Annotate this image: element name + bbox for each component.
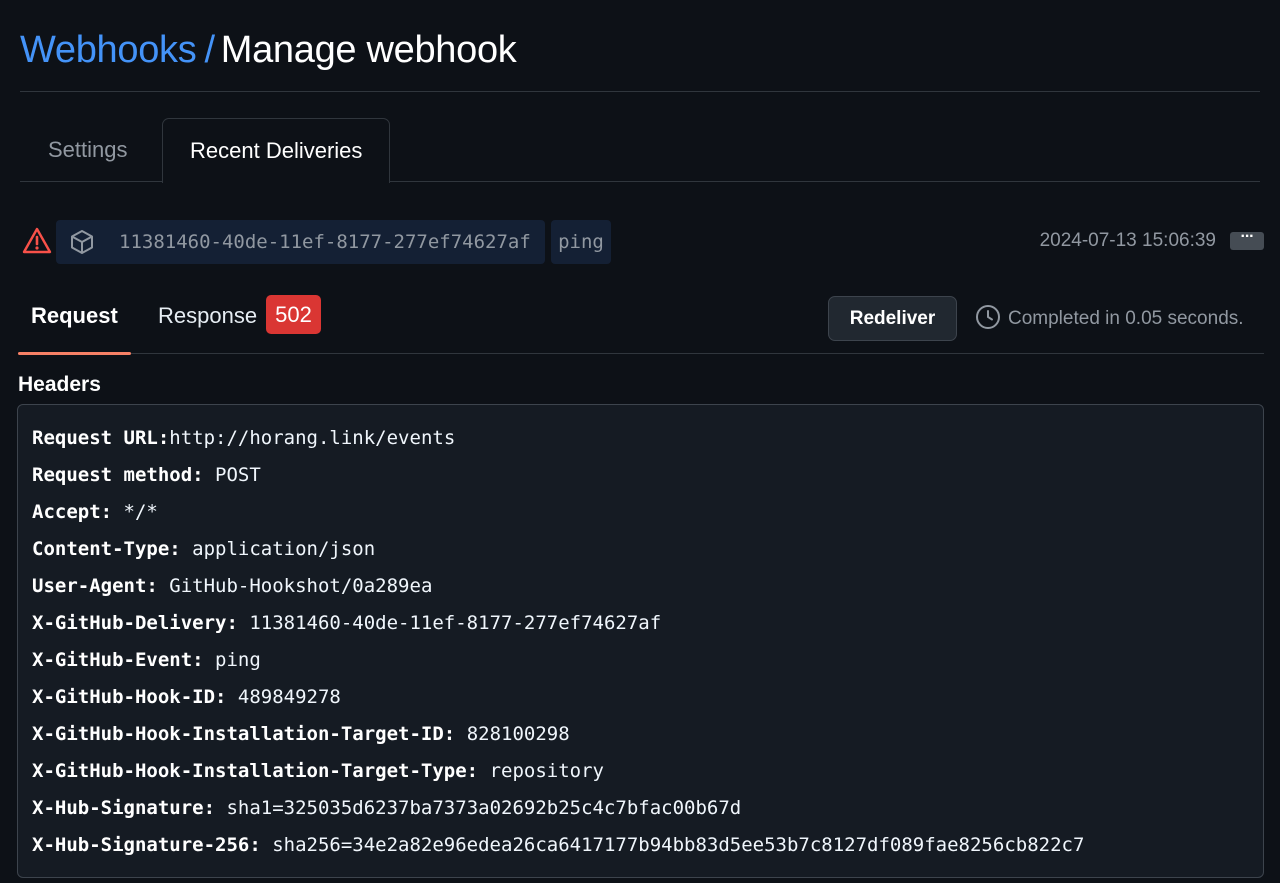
header-value: */* xyxy=(112,501,158,523)
alert-icon xyxy=(22,227,52,254)
header-row: User-Agent: GitHub-Hookshot/0a289ea xyxy=(32,570,1249,607)
header-value: sha256=34e2a82e96edea26ca6417177b94bb83d… xyxy=(260,834,1085,856)
header-key: Request method: xyxy=(32,464,204,486)
header-key: Content-Type: xyxy=(32,538,181,560)
header-key: X-GitHub-Hook-ID: xyxy=(32,686,227,708)
header-value: 489849278 xyxy=(226,686,341,708)
breadcrumb-current: Manage webhook xyxy=(220,29,517,71)
breadcrumb-separator: / xyxy=(204,29,215,71)
delivery-event-badge: ping xyxy=(551,220,611,264)
page-title: Webhooks / Manage webhook xyxy=(20,28,1260,92)
breadcrumb-webhooks-link[interactable]: Webhooks xyxy=(20,29,197,71)
header-key: Accept: xyxy=(32,501,113,523)
header-value: 11381460-40de-11ef-8177-277ef74627af xyxy=(237,612,662,634)
tab-recent-deliveries[interactable]: Recent Deliveries xyxy=(162,118,391,183)
header-row: X-Hub-Signature: sha1=325035d6237ba7373a… xyxy=(32,792,1249,829)
header-row: Request URL:http://horang.link/events xyxy=(32,422,1249,459)
header-value: http://horang.link/events xyxy=(169,427,456,449)
header-value: repository xyxy=(478,760,604,782)
header-row: X-GitHub-Hook-ID: 489849278 xyxy=(32,681,1249,718)
header-row: Accept: */* xyxy=(32,496,1249,533)
header-value: 828100298 xyxy=(455,723,570,745)
header-key: X-Hub-Signature: xyxy=(32,797,216,819)
package-icon xyxy=(71,230,93,254)
response-status-badge: 502 xyxy=(266,295,321,334)
header-key: X-GitHub-Hook-Installation-Target-ID: xyxy=(32,723,456,745)
header-key: X-GitHub-Delivery: xyxy=(32,612,238,634)
headers-panel: Request URL:http://horang.link/events Re… xyxy=(17,404,1264,878)
header-key: User-Agent: xyxy=(32,575,158,597)
header-key: X-Hub-Signature-256: xyxy=(32,834,261,856)
request-response-tabs: Request Response 502 Redeliver Completed… xyxy=(18,290,1264,355)
header-row: Request method: POST xyxy=(32,459,1249,496)
header-key: X-GitHub-Event: xyxy=(32,649,204,671)
header-row: X-Hub-Signature-256: sha256=34e2a82e96ed… xyxy=(32,829,1249,866)
header-key: X-GitHub-Hook-Installation-Target-Type: xyxy=(32,760,479,782)
tab-response[interactable]: Response xyxy=(158,290,257,354)
redeliver-button[interactable]: Redeliver xyxy=(828,296,957,341)
header-value: POST xyxy=(203,464,261,486)
header-value: application/json xyxy=(180,538,376,560)
header-value: sha1=325035d6237ba7373a02692b25c4c7bfac0… xyxy=(215,797,742,819)
header-key: Request URL: xyxy=(32,427,170,449)
tab-request[interactable]: Request xyxy=(18,290,131,355)
header-row: X-GitHub-Hook-Installation-Target-ID: 82… xyxy=(32,718,1249,755)
delivery-timestamp: 2024-07-13 15:06:39 xyxy=(1039,230,1216,251)
header-value: GitHub-Hookshot/0a289ea xyxy=(157,575,433,597)
delivery-guid: 11381460-40de-11ef-8177-277ef74627af xyxy=(119,231,531,253)
completion-time-text: Completed in 0.05 seconds. xyxy=(1008,308,1244,329)
header-row: X-GitHub-Hook-Installation-Target-Type: … xyxy=(32,755,1249,792)
headers-title: Headers xyxy=(18,373,101,396)
header-row: X-GitHub-Event: ping xyxy=(32,644,1249,681)
delivery-guid-chip[interactable]: 11381460-40de-11ef-8177-277ef74627af xyxy=(56,220,545,264)
tab-settings[interactable]: Settings xyxy=(21,118,155,182)
delivery-row: 11381460-40de-11ef-8177-277ef74627af pin… xyxy=(22,220,1264,264)
header-row: Content-Type: application/json xyxy=(32,533,1249,570)
tab-bar: Settings Recent Deliveries xyxy=(20,118,1260,183)
clock-icon xyxy=(976,305,1000,329)
header-row: X-GitHub-Delivery: 11381460-40de-11ef-81… xyxy=(32,607,1249,644)
more-options-button[interactable]: ··· xyxy=(1230,229,1264,250)
header-value: ping xyxy=(203,649,261,671)
